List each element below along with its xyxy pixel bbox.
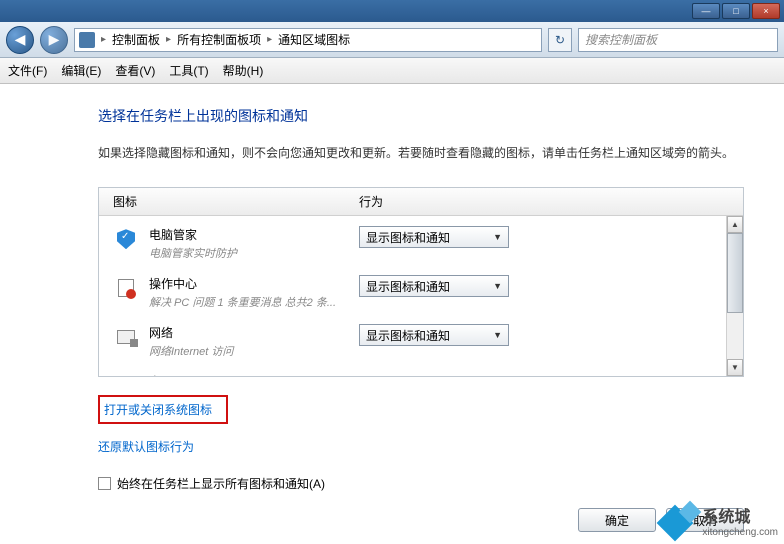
- behavior-select[interactable]: 显示图标和通知▼: [359, 275, 509, 297]
- forward-button[interactable]: ▶: [40, 26, 68, 54]
- breadcrumb-item[interactable]: 所有控制面板项: [177, 31, 261, 48]
- volume-icon: [113, 373, 139, 377]
- watermark-text: 系统城: [702, 503, 778, 527]
- menu-bar: 文件(F) 编辑(E) 查看(V) 工具(T) 帮助(H): [0, 58, 784, 84]
- control-panel-icon: [79, 32, 95, 48]
- menu-help[interactable]: 帮助(H): [223, 62, 264, 79]
- scroll-down-button[interactable]: ▼: [727, 359, 743, 376]
- links-area: 打开或关闭系统图标 还原默认图标行为: [98, 395, 744, 469]
- item-subtitle: 网络Internet 访问: [149, 343, 359, 359]
- menu-tools[interactable]: 工具(T): [169, 62, 208, 79]
- chevron-down-icon: ▼: [493, 232, 502, 242]
- menu-file[interactable]: 文件(F): [8, 62, 47, 79]
- breadcrumb-item[interactable]: 通知区域图标: [278, 31, 350, 48]
- network-icon: [113, 324, 139, 350]
- list-body: 电脑管家 电脑管家实时防护 显示图标和通知▼ 操作中心 解决 PC 问题 1 条…: [99, 216, 743, 377]
- breadcrumb-sep: ▸: [267, 34, 272, 45]
- page-description: 如果选择隐藏图标和通知，则不会向您通知更改和更新。若要随时查看隐藏的图标，请单击…: [98, 144, 744, 163]
- always-show-row: 始终在任务栏上显示所有图标和通知(A): [98, 475, 744, 492]
- scroll-thumb[interactable]: [727, 233, 743, 313]
- column-icon: 图标: [99, 193, 359, 210]
- minimize-button[interactable]: —: [692, 3, 720, 19]
- flag-icon: [113, 275, 139, 301]
- watermark: 系统城 xitongcheng.com: [662, 502, 778, 538]
- navigation-bar: ◀ ▶ ▸ 控制面板 ▸ 所有控制面板项 ▸ 通知区域图标 ↻ 搜索控制面板: [0, 22, 784, 58]
- back-button[interactable]: ◀: [6, 26, 34, 54]
- breadcrumb-sep: ▸: [166, 34, 171, 45]
- item-subtitle: 电脑管家实时防护: [149, 245, 359, 261]
- item-title: 网络: [149, 324, 359, 341]
- breadcrumb-item[interactable]: 控制面板: [112, 31, 160, 48]
- item-title: 音量: [149, 373, 359, 377]
- always-show-checkbox[interactable]: [98, 477, 111, 490]
- close-button[interactable]: ×: [752, 3, 780, 19]
- list-item: 音量: [113, 373, 729, 377]
- list-item: 网络 网络Internet 访问 显示图标和通知▼: [113, 324, 729, 359]
- search-input[interactable]: 搜索控制面板: [578, 28, 778, 52]
- item-subtitle: 解决 PC 问题 1 条重要消息 总共2 条...: [149, 294, 359, 310]
- breadcrumb-sep: ▸: [101, 34, 106, 45]
- column-behavior: 行为: [359, 193, 743, 210]
- item-title: 电脑管家: [149, 226, 359, 243]
- chevron-down-icon: ▼: [493, 330, 502, 340]
- window-titlebar: — □ ×: [0, 0, 784, 22]
- behavior-select[interactable]: 显示图标和通知▼: [359, 226, 509, 248]
- menu-edit[interactable]: 编辑(E): [61, 62, 101, 79]
- shield-icon: [113, 226, 139, 252]
- refresh-button[interactable]: ↻: [548, 28, 572, 52]
- icon-list: 图标 行为 电脑管家 电脑管家实时防护 显示图标和通知▼ 操作中心 解决 PC …: [98, 187, 744, 377]
- scrollbar[interactable]: ▲ ▼: [726, 216, 743, 376]
- list-item: 电脑管家 电脑管家实时防护 显示图标和通知▼: [113, 226, 729, 261]
- toggle-system-icons-link[interactable]: 打开或关闭系统图标: [98, 395, 228, 424]
- restore-default-link[interactable]: 还原默认图标行为: [98, 438, 194, 455]
- address-bar[interactable]: ▸ 控制面板 ▸ 所有控制面板项 ▸ 通知区域图标: [74, 28, 542, 52]
- menu-view[interactable]: 查看(V): [115, 62, 155, 79]
- chevron-down-icon: ▼: [493, 281, 502, 291]
- list-header: 图标 行为: [99, 188, 743, 216]
- watermark-icon: [662, 502, 698, 538]
- item-title: 操作中心: [149, 275, 359, 292]
- behavior-select[interactable]: 显示图标和通知▼: [359, 324, 509, 346]
- watermark-url: xitongcheng.com: [702, 527, 778, 538]
- always-show-label: 始终在任务栏上显示所有图标和通知(A): [117, 475, 325, 492]
- ok-button[interactable]: 确定: [578, 508, 656, 532]
- content-area: 选择在任务栏上出现的图标和通知 如果选择隐藏图标和通知，则不会向您通知更改和更新…: [0, 84, 784, 544]
- maximize-button[interactable]: □: [722, 3, 750, 19]
- list-item: 操作中心 解决 PC 问题 1 条重要消息 总共2 条... 显示图标和通知▼: [113, 275, 729, 310]
- scroll-up-button[interactable]: ▲: [727, 216, 743, 233]
- page-title: 选择在任务栏上出现的图标和通知: [98, 106, 744, 126]
